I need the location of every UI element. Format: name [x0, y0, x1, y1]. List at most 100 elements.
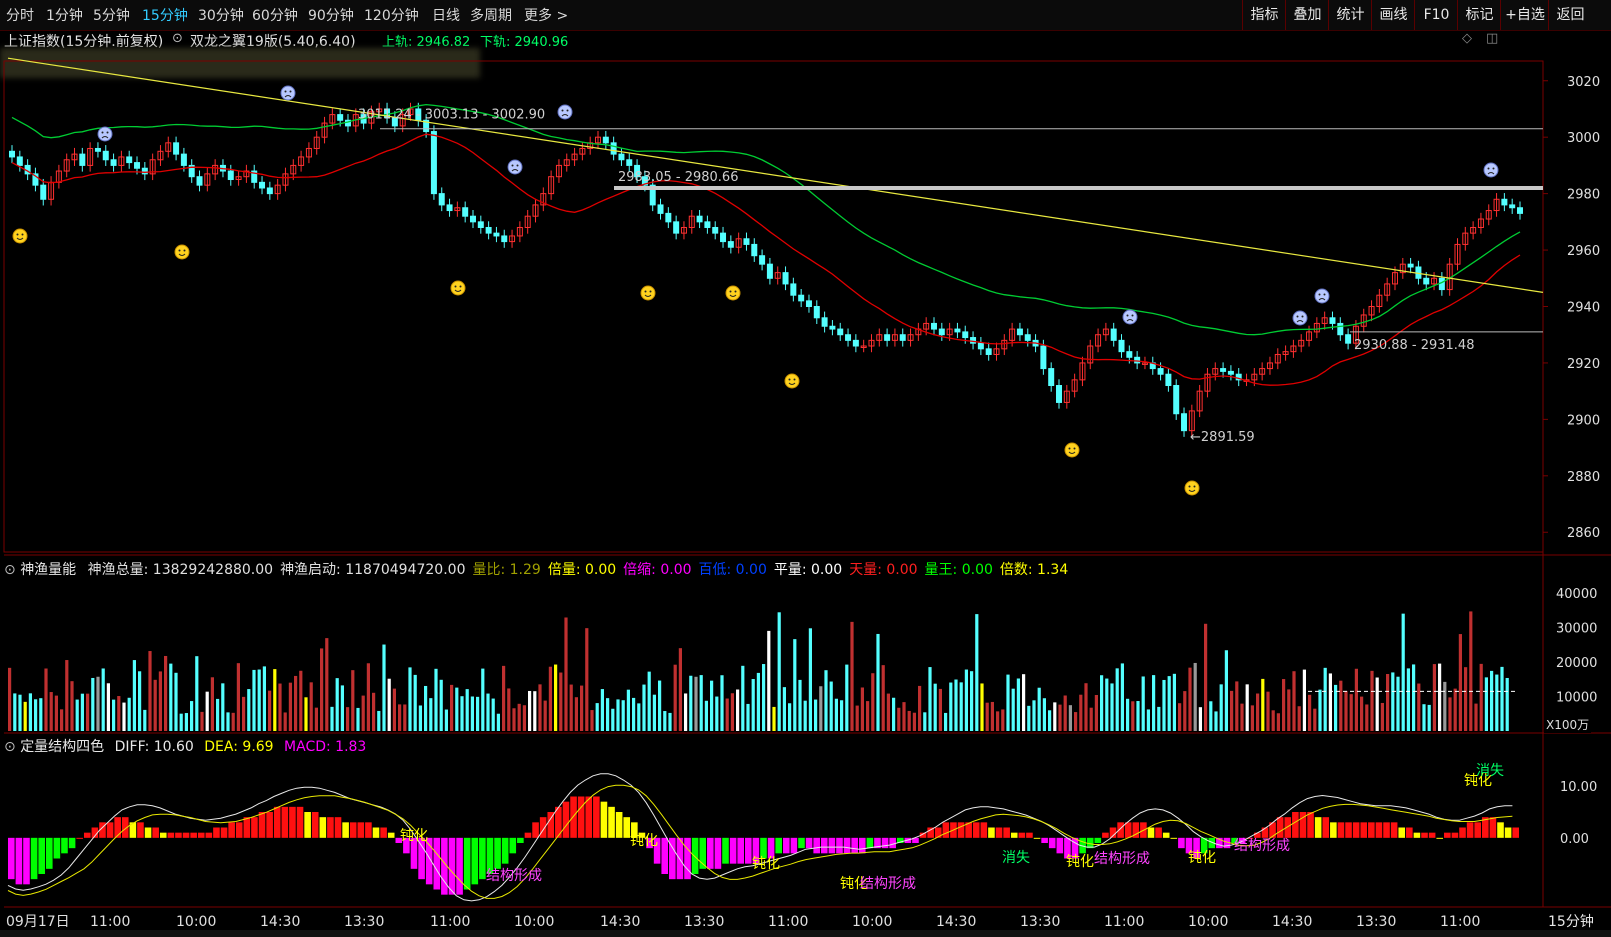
volume-bar [1412, 664, 1416, 731]
timeframe-tab[interactable]: 60分钟 [252, 5, 298, 25]
macd-bar [228, 822, 235, 838]
toolbar-button[interactable]: 指标 [1242, 0, 1286, 30]
macd-bar [334, 817, 342, 838]
volume-bar [429, 698, 433, 731]
timeframe-tab[interactable]: 15分钟 [142, 5, 188, 25]
candle-body [884, 334, 891, 341]
toolbar-button[interactable]: 统计 [1328, 0, 1372, 30]
timeframe-tab[interactable]: 分时 [6, 5, 34, 25]
timeframe-tab[interactable]: 多周期 [470, 5, 512, 25]
volume-bar [496, 713, 500, 731]
volume-bar [522, 705, 526, 731]
volume-bar [1370, 670, 1374, 731]
toolbar-button[interactable]: +自选 [1500, 0, 1549, 30]
period-badge[interactable]: 15分钟 [1548, 911, 1594, 931]
volume-bar [1079, 694, 1083, 731]
candle-body [1227, 370, 1234, 375]
timeframe-tab[interactable]: 30分钟 [198, 5, 244, 25]
volume-bar [1001, 709, 1005, 731]
volume-bar [309, 682, 313, 731]
macd-bar [972, 822, 980, 838]
macd-bar [722, 837, 729, 864]
sad-face-icon [557, 104, 573, 120]
sad-face-icon [97, 126, 113, 142]
timeframe-tab[interactable]: 更多 > [524, 5, 568, 25]
volume-bar [195, 656, 199, 731]
macd-bar [1345, 822, 1352, 838]
price-annotation: 2983.05 - 2980.66 [618, 170, 738, 185]
candle-body [94, 147, 101, 152]
volume-bar [642, 684, 646, 731]
candle-body [141, 167, 148, 175]
toolbar-button[interactable]: 标记 [1457, 0, 1501, 30]
macd-bar [296, 806, 304, 838]
macd-bar [798, 837, 805, 849]
collapse-icon[interactable]: ⊙ [4, 739, 16, 755]
macd-bar [1413, 832, 1421, 838]
timeframe-tab[interactable]: 120分钟 [364, 5, 419, 25]
collapse-icon[interactable]: ⊙ [4, 562, 16, 578]
volume-bar [392, 688, 396, 731]
volume-bar [834, 698, 838, 731]
candle-body [782, 272, 789, 285]
macd-bar [479, 837, 486, 880]
candle-body [462, 207, 469, 217]
timeframe-toolbar: 分时 1分钟 5分钟 15分钟 30分钟 60分钟 90分钟 120分钟 日线 多周期 更多 > 指… [0, 0, 1611, 31]
volume-bar [736, 689, 740, 731]
y-tick-label: 3000 [1567, 131, 1600, 146]
macd-bar [1094, 837, 1102, 843]
volume-bar [1380, 702, 1384, 731]
macd-bar [357, 822, 365, 838]
volume-bar [1089, 707, 1093, 731]
volume-bar [153, 679, 157, 731]
candle-body [1407, 263, 1414, 268]
x-tick-label: 11:00 [1440, 914, 1480, 930]
volume-bar [881, 665, 885, 731]
toolbar-button[interactable]: 画线 [1371, 0, 1415, 30]
volume-bar [122, 702, 126, 731]
volume-bar [257, 669, 261, 731]
volume-bar [595, 703, 599, 731]
volume-bar [538, 684, 542, 731]
timeframe-tab[interactable]: 1分钟 [46, 5, 83, 25]
toolbar-button[interactable]: 叠加 [1285, 0, 1329, 30]
smiley-icon [640, 285, 656, 301]
volume-bar [944, 712, 948, 731]
volume-bar [1495, 674, 1499, 731]
diff-label: DIFF: 10.60 [114, 739, 194, 755]
macd-bar [1398, 827, 1406, 838]
volume-bar [1282, 679, 1286, 731]
volume-bar [1193, 662, 1197, 731]
volume-bar [325, 638, 329, 731]
volume-bar [132, 660, 136, 731]
candle-body [446, 204, 453, 212]
volume-bar [1469, 611, 1473, 731]
volume-bar [543, 700, 547, 731]
timeframe-tab[interactable]: 90分钟 [308, 5, 354, 25]
volume-bar [418, 705, 422, 731]
volume-bar [1214, 711, 1218, 731]
macd-bar [1170, 837, 1178, 839]
macd-text-mark: 钝化 [752, 856, 780, 872]
macd-bar [266, 812, 273, 838]
macd-bar [1474, 822, 1482, 838]
volume-bar [278, 683, 282, 731]
volume-bar [70, 681, 74, 731]
volume-bar [101, 668, 105, 731]
timeframe-tab[interactable]: 5分钟 [93, 5, 130, 25]
volume-bar [897, 707, 901, 731]
x-tick-label: 10:00 [176, 914, 216, 930]
candle-body [1337, 322, 1344, 336]
volume-bar [1115, 668, 1119, 731]
macd-bar [494, 837, 501, 869]
volume-bar [1386, 674, 1390, 731]
candle-body [727, 241, 734, 248]
timeframe-tab[interactable]: 日线 [432, 5, 460, 25]
volume-bar [1146, 709, 1150, 731]
candle-body [962, 331, 969, 339]
toolbar-button[interactable]: 返回 [1548, 0, 1592, 30]
volume-bar [938, 688, 942, 731]
volume-bar [741, 665, 745, 731]
candle-body [813, 306, 820, 319]
toolbar-button[interactable]: F10 [1414, 0, 1458, 30]
